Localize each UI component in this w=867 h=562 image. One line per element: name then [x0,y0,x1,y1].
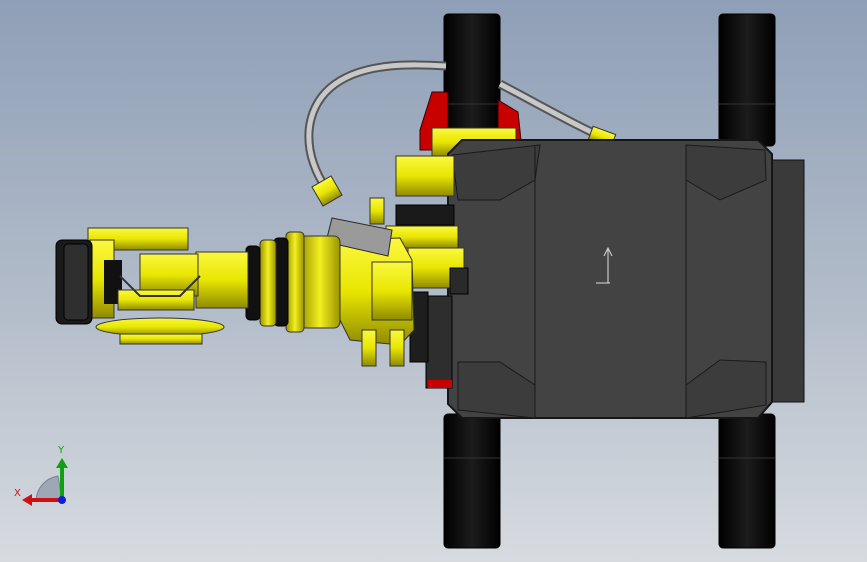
robot-model-drawing: Y X [14,13,805,549]
z-axis-dot [58,496,66,504]
chassis-side-plate [769,159,805,403]
y-axis-label: Y [57,445,65,456]
track-top-left [443,13,501,147]
track-top-right [718,13,776,147]
coordinate-triad: Y X [14,445,68,506]
chassis [447,139,805,419]
cad-viewport[interactable]: Y X [0,0,867,562]
track-bottom-left [443,413,501,549]
x-axis-label: X [14,488,21,499]
track-bottom-right [718,413,776,549]
